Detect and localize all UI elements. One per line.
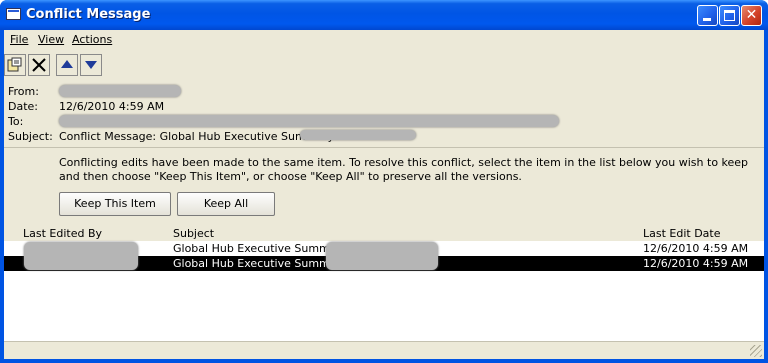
from-label: From: <box>8 85 39 98</box>
keep-this-item-button[interactable]: Keep This Item <box>59 192 171 216</box>
minimize-icon <box>703 18 711 21</box>
next-item-button[interactable] <box>80 54 102 76</box>
maximize-icon <box>724 10 735 21</box>
conflict-instructions: Conflicting edits have been made to the … <box>59 156 749 183</box>
toolbar <box>4 52 764 78</box>
row-subject: Global Hub Executive Summary <box>173 242 348 255</box>
redacted-editor-names <box>24 242 138 270</box>
menu-actions[interactable]: Actions <box>72 33 112 46</box>
open-item-button[interactable] <box>4 54 26 76</box>
delete-button[interactable] <box>28 54 50 76</box>
window-title: Conflict Message <box>26 7 151 22</box>
maximize-button[interactable] <box>719 5 740 26</box>
menu-actions-label: Actions <box>72 33 113 46</box>
date-value[interactable]: 12/6/2010 4:59 AM <box>59 100 164 113</box>
subject-label: Subject: <box>8 130 53 143</box>
previous-item-button[interactable] <box>56 54 78 76</box>
conflict-item-list[interactable]: Last Edited By Subject Last Edit Date Gl… <box>4 225 764 341</box>
subject-value[interactable]: Conflict Message: Global Hub Executive S… <box>59 130 334 143</box>
menu-file-label: File <box>10 33 29 46</box>
resize-grip-icon[interactable] <box>750 345 762 357</box>
keep-all-button[interactable]: Keep All <box>177 192 275 216</box>
column-subject[interactable]: Subject <box>173 227 214 240</box>
header-separator <box>4 147 764 148</box>
redacted-from <box>59 85 181 97</box>
minimize-button[interactable] <box>697 5 718 26</box>
redacted-subject-suffix <box>300 130 416 140</box>
menu-view[interactable]: View <box>38 33 64 46</box>
date-label: Date: <box>8 100 38 113</box>
delete-x-icon <box>32 58 46 72</box>
menu-view-label: View <box>38 33 65 46</box>
list-header: Last Edited By Subject Last Edit Date <box>4 225 764 241</box>
window-client-area: File View Actions From: Date: 12/6/2010 … <box>4 30 764 359</box>
close-button[interactable]: ✕ <box>741 5 762 26</box>
menu-file[interactable]: File <box>10 33 28 46</box>
row-subject: Global Hub Executive Summary <box>173 257 348 270</box>
close-icon: ✕ <box>745 7 758 23</box>
row-date: 12/6/2010 4:59 AM <box>643 257 749 270</box>
up-arrow-icon <box>61 60 73 68</box>
status-bar <box>4 341 764 359</box>
conflict-message-window: Conflict Message ✕ File View Actions Fro… <box>0 0 768 363</box>
redacted-to <box>59 115 559 127</box>
row-date: 12/6/2010 4:59 AM <box>643 242 749 255</box>
redacted-subject-details <box>326 242 438 270</box>
column-last-edit-date[interactable]: Last Edit Date <box>643 227 721 240</box>
title-bar[interactable]: Conflict Message ✕ <box>0 0 768 30</box>
message-window-icon <box>6 8 21 20</box>
to-label: To: <box>8 115 24 128</box>
open-item-icon <box>7 57 22 72</box>
down-arrow-icon <box>85 61 97 69</box>
menu-bar: File View Actions <box>4 30 764 50</box>
column-last-edited-by[interactable]: Last Edited By <box>23 227 102 240</box>
